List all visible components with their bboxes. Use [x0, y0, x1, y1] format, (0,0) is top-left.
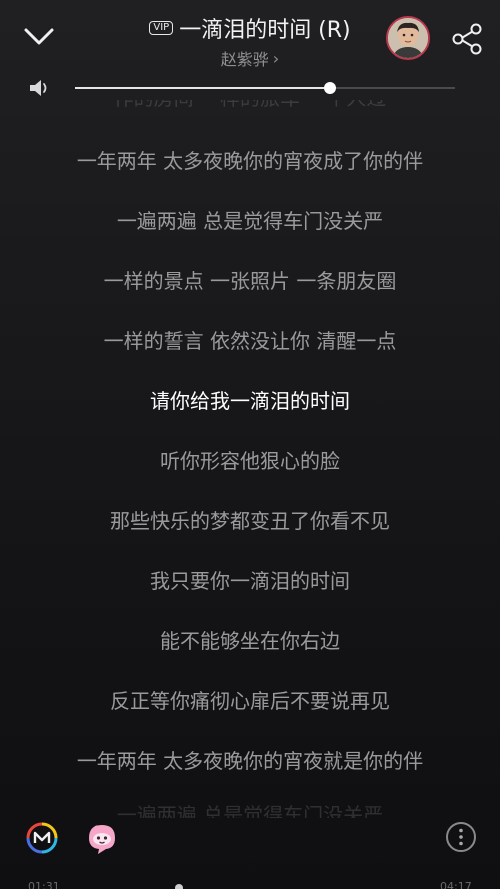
player-screen: VIP 一滴泪的时间 (R) 赵紫骅 › 一年两年 太多夜晚你的宵夜成了你的伴 …	[0, 0, 500, 889]
total-time: 04:17	[440, 880, 472, 889]
song-info: VIP 一滴泪的时间 (R) 赵紫骅 ›	[110, 12, 390, 70]
lyric-line: 一样的景点 一张照片 一条朋友圈	[103, 269, 397, 293]
avatar-image	[388, 18, 428, 58]
current-time: 01:31	[28, 880, 60, 889]
volume-control	[0, 74, 500, 102]
mascot-button[interactable]	[84, 820, 120, 856]
lyric-line: 那些快乐的梦都变丑了你看不见	[110, 509, 390, 533]
share-button[interactable]	[448, 20, 486, 58]
volume-thumb[interactable]	[324, 82, 336, 94]
song-title: 一滴泪的时间 (R)	[179, 18, 351, 43]
artist-name: 赵紫骅	[220, 50, 269, 69]
player-header: VIP 一滴泪的时间 (R) 赵紫骅 ›	[0, 0, 500, 72]
lyric-line: 能不能够坐在你右边	[160, 629, 340, 653]
title-row: VIP 一滴泪的时间 (R)	[110, 12, 390, 44]
share-icon	[452, 23, 482, 55]
volume-icon[interactable]	[28, 77, 52, 99]
more-button[interactable]	[446, 822, 476, 852]
volume-fill	[75, 87, 330, 89]
lyric-line: 我只要你一滴泪的时间	[150, 569, 350, 593]
mascot-icon	[89, 825, 115, 854]
more-icon	[459, 828, 463, 846]
artist-avatar[interactable]	[386, 16, 430, 60]
m-logo-button[interactable]	[26, 822, 58, 854]
lyric-line: 反正等你痛彻心扉后不要说再见	[110, 689, 390, 713]
collapse-button[interactable]	[18, 18, 60, 54]
bottom-toolbar	[0, 810, 500, 870]
lyric-line-active: 请你给我一滴泪的时间	[150, 389, 350, 413]
lyric-line: 听你形容他狠心的脸	[160, 449, 340, 473]
artist-link[interactable]: 赵紫骅 ›	[221, 46, 279, 70]
chevron-down-icon	[24, 28, 54, 45]
vip-badge: VIP	[149, 21, 174, 35]
progress-bar-peek: 01:31 04:17	[0, 880, 500, 889]
lyric-line-partial-top: 作的房间 一样的旅车 一个人过	[0, 100, 500, 112]
m-logo-icon	[26, 822, 58, 854]
volume-slider[interactable]	[75, 82, 455, 94]
progress-thumb[interactable]	[175, 884, 183, 889]
lyric-line: 一遍两遍 总是觉得车门没关严	[116, 209, 384, 233]
lyrics-panel[interactable]: 作的房间 一样的旅车 一个人过 一年两年 太多夜晚你的宵夜成了你的伴一遍两遍 总…	[0, 100, 500, 818]
lyric-line: 一样的誓言 依然没让你 清醒一点	[103, 329, 397, 353]
lyric-line: 一年两年 太多夜晚你的宵夜就是你的伴	[76, 749, 424, 773]
lyric-line: 一年两年 太多夜晚你的宵夜成了你的伴	[76, 149, 424, 173]
chevron-right-icon: ›	[272, 48, 280, 68]
